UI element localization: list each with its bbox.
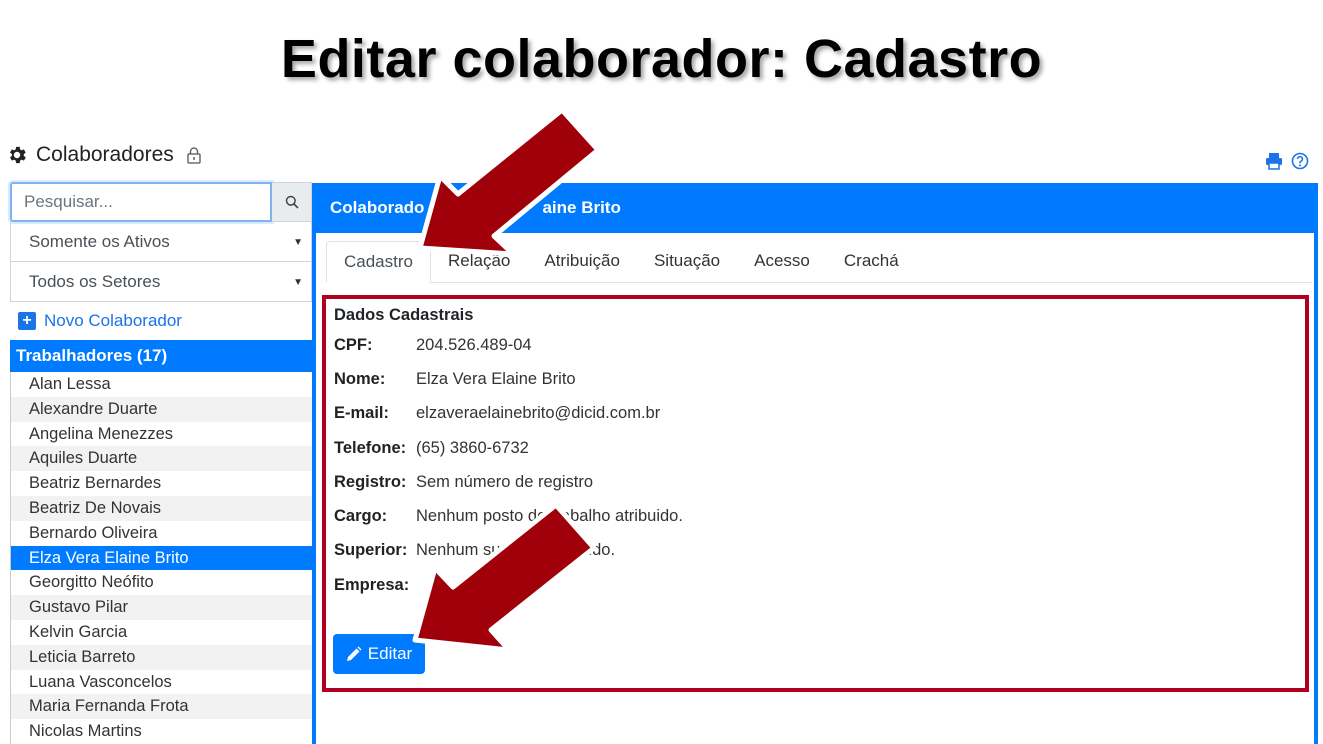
- field-email: E-mail: elzaveraelainebrito@dicid.com.br: [334, 397, 683, 431]
- search-button[interactable]: [272, 182, 312, 222]
- field-value: 204.526.489-04: [416, 335, 532, 354]
- search-icon: [285, 195, 299, 209]
- field-nome: Nome: Elza Vera Elaine Brito: [334, 362, 683, 396]
- field-value: Nenhum posto de trabalho atribuido.: [416, 507, 683, 526]
- chevron-down-icon: ▼: [293, 277, 303, 288]
- worker-list-item[interactable]: Bernardo Oliveira: [11, 521, 312, 546]
- tab-atribuicao[interactable]: Atribuição: [527, 240, 637, 282]
- field-empresa: Empresa:: [334, 568, 683, 602]
- field-label: CPF:: [334, 335, 373, 354]
- printer-icon[interactable]: [1265, 152, 1283, 170]
- worker-list-item[interactable]: Gustavo Pilar: [11, 595, 312, 620]
- field-registro: Registro: Sem número de registro: [334, 465, 683, 499]
- worker-list-header: Trabalhadores (17): [10, 340, 312, 372]
- tab-cracha[interactable]: Crachá: [827, 240, 916, 282]
- field-label: Empresa:: [334, 575, 410, 594]
- worker-list-item[interactable]: Beatriz Bernardes: [11, 471, 312, 496]
- sidebar: Somente os Ativos ▼ Todos os Setores ▼ +…: [10, 182, 312, 744]
- panel-header: Colaborado aine Brito: [316, 183, 1314, 233]
- worker-list-item[interactable]: Alan Lessa: [11, 372, 312, 397]
- status-filter-value: Somente os Ativos: [29, 231, 170, 251]
- panel-title-start: Colaborado: [330, 198, 425, 217]
- worker-list-item[interactable]: Kelvin Garcia: [11, 620, 312, 645]
- details-section: Dados Cadastrais CPF: 204.526.489-04 Nom…: [334, 302, 683, 602]
- field-label: Superior:: [334, 541, 408, 560]
- tab-cadastro[interactable]: Cadastro: [326, 241, 431, 283]
- field-value: Sem número de registro: [416, 472, 593, 491]
- tab-acesso[interactable]: Acesso: [737, 240, 827, 282]
- worker-list-item[interactable]: Georgitto Neófito: [11, 570, 312, 595]
- worker-list-item[interactable]: Maria Fernanda Frota: [11, 694, 312, 720]
- chevron-down-icon: ▼: [293, 237, 303, 248]
- worker-list-item-selected[interactable]: Elza Vera Elaine Brito: [11, 545, 312, 571]
- sector-filter-value: Todos os Setores: [29, 271, 161, 291]
- field-value: (65) 3860-6732: [416, 438, 529, 457]
- edit-button[interactable]: Editar: [333, 634, 425, 674]
- field-cpf: CPF: 204.526.489-04: [334, 328, 683, 362]
- gear-icon: [10, 146, 26, 164]
- worker-list: Alan Lessa Alexandre Duarte Angelina Men…: [10, 372, 312, 744]
- field-label: Cargo:: [334, 507, 388, 526]
- help-icon[interactable]: [1291, 152, 1309, 170]
- pencil-icon: [346, 646, 362, 661]
- page-header: Colaboradores: [6, 140, 202, 170]
- field-cargo: Cargo: Nenhum posto de trabalho atribuid…: [334, 499, 683, 533]
- new-colaborador-label: Novo Colaborador: [44, 311, 182, 330]
- field-label: Registro:: [334, 472, 407, 491]
- field-superior: Superior: Nenhum superior atribuido.: [334, 534, 683, 568]
- search-row: [10, 182, 312, 222]
- new-colaborador-button[interactable]: + Novo Colaborador: [10, 302, 312, 340]
- worker-list-item[interactable]: Angelina Menezzes: [11, 422, 312, 447]
- worker-list-item[interactable]: Luana Vasconcelos: [11, 670, 312, 695]
- edit-button-label: Editar: [367, 644, 413, 663]
- field-value: Nenhum superior atribuido.: [416, 541, 616, 560]
- slide-title: Editar colaborador: Cadastro: [280, 29, 1043, 89]
- top-tools: [1265, 152, 1309, 170]
- field-label: Telefone:: [334, 438, 407, 457]
- field-telefone: Telefone: (65) 3860-6732: [334, 431, 683, 465]
- panel-title-end: aine Brito: [542, 198, 621, 217]
- section-title: Dados Cadastrais: [334, 306, 474, 324]
- tab-relacao[interactable]: Relação: [431, 240, 527, 282]
- worker-list-item[interactable]: Leticia Barreto: [11, 644, 312, 670]
- field-value: elzaveraelainebrito@dicid.com.br: [416, 404, 661, 423]
- worker-list-item[interactable]: Aquiles Duarte: [11, 446, 312, 472]
- status-filter-select[interactable]: Somente os Ativos ▼: [10, 222, 312, 262]
- search-input[interactable]: [10, 182, 272, 222]
- tab-situacao[interactable]: Situação: [637, 240, 737, 282]
- worker-list-item[interactable]: Nicolas Martins: [11, 719, 312, 744]
- field-label: E-mail:: [334, 404, 390, 423]
- page-title: Colaboradores: [36, 143, 174, 166]
- plus-icon: +: [18, 312, 36, 330]
- field-label: Nome:: [334, 369, 386, 388]
- lock-icon[interactable]: [186, 146, 202, 164]
- worker-list-item[interactable]: Alexandre Duarte: [11, 396, 312, 422]
- worker-list-item[interactable]: Beatriz De Novais: [11, 495, 312, 521]
- tab-bar: Cadastro Relação Atribuição Situação Ace…: [326, 233, 1312, 283]
- field-value: Elza Vera Elaine Brito: [416, 369, 576, 388]
- sector-filter-select[interactable]: Todos os Setores ▼: [10, 262, 312, 302]
